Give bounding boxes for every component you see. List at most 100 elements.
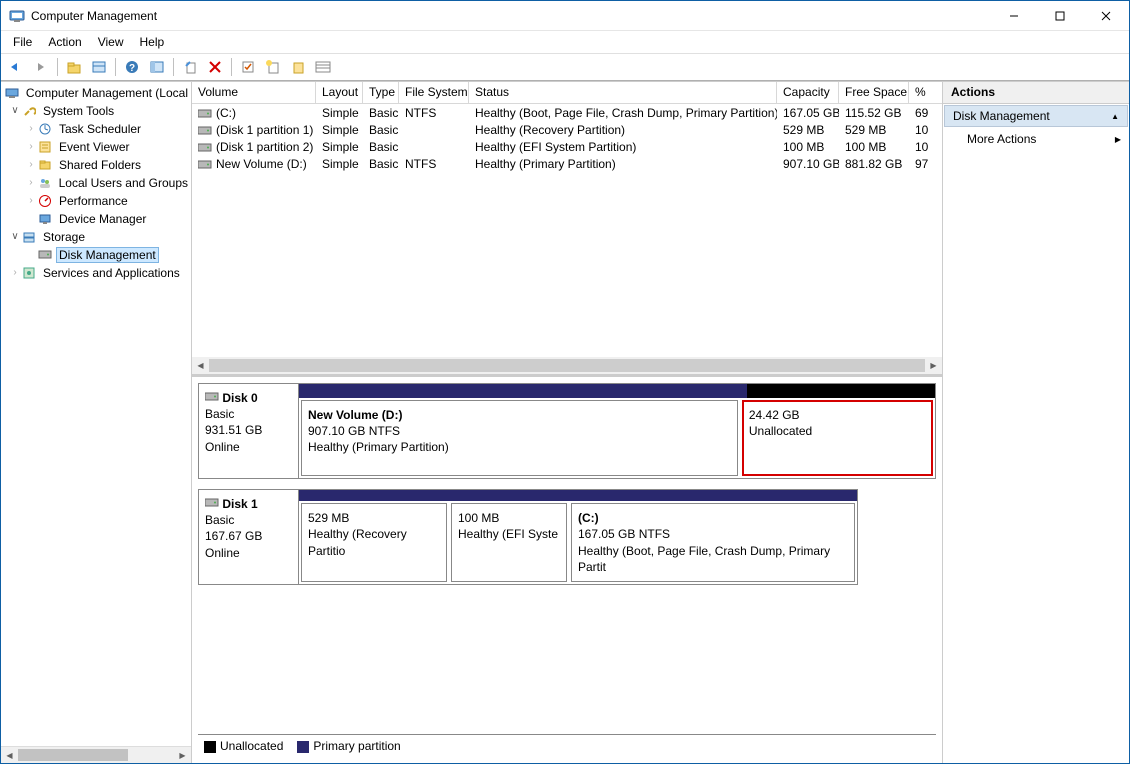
maximize-button[interactable] [1037,1,1083,31]
client-area: Computer Management (Local ∨ System Tool… [1,81,1129,763]
chevron-right-icon: ▶ [1115,135,1121,144]
expand-icon[interactable]: › [25,177,37,189]
show-hide-button[interactable] [146,56,168,78]
disk-icon: Disk 0 [205,390,292,406]
expand-icon[interactable]: › [25,159,37,171]
tool-button[interactable] [287,56,309,78]
actions-header: Actions [943,82,1129,104]
list-body[interactable]: (C:)SimpleBasicNTFSHealthy (Boot, Page F… [192,104,942,357]
tree-scroll-h[interactable]: ◀ ▶ [1,746,191,763]
col-layout[interactable]: Layout [316,82,363,103]
tree-storage[interactable]: ∨ Storage [1,228,191,246]
close-button[interactable] [1083,1,1129,31]
expand-icon[interactable]: › [25,195,37,207]
menu-action[interactable]: Action [40,33,89,51]
users-icon [37,175,53,191]
tree-local-users[interactable]: › Local Users and Groups [1,174,191,192]
table-row[interactable]: (Disk 1 partition 1)SimpleBasicHealthy (… [192,121,942,138]
list-scroll-h[interactable]: ◀ ▶ [192,357,942,374]
properties-button[interactable] [88,56,110,78]
separator-icon [173,58,174,76]
expand-icon[interactable]: › [25,141,37,153]
col-volume[interactable]: Volume [192,82,316,103]
col-status[interactable]: Status [469,82,777,103]
folder-icon [37,157,53,173]
tree-disk-management[interactable]: Disk Management [1,246,191,264]
tree-services-apps[interactable]: › Services and Applications [1,264,191,282]
svg-text:?: ? [129,63,135,74]
refresh-button[interactable] [179,56,201,78]
minimize-button[interactable] [991,1,1037,31]
actions-section[interactable]: Disk Management ▲ [944,105,1128,127]
delete-button[interactable] [204,56,226,78]
disk-icon [198,108,212,118]
disk-block[interactable]: Disk 1Basic167.67 GBOnline529 MBHealthy … [198,489,858,585]
tree-device-manager[interactable]: Device Manager [1,210,191,228]
tree-performance[interactable]: › Performance [1,192,191,210]
actions-panel: Actions Disk Management ▲ More Actions ▶ [943,82,1129,763]
app-icon [9,8,25,24]
clock-icon [37,121,53,137]
separator-icon [57,58,58,76]
actions-more[interactable]: More Actions ▶ [943,128,1129,150]
new-button[interactable] [262,56,284,78]
tree-shared-folders[interactable]: › Shared Folders [1,156,191,174]
scroll-thumb[interactable] [18,749,128,761]
partition[interactable]: 529 MBHealthy (Recovery Partitio [301,503,447,582]
disk-icon [198,125,212,135]
scroll-thumb[interactable] [209,359,925,372]
col-type[interactable]: Type [363,82,399,103]
menu-file[interactable]: File [5,33,40,51]
list-button[interactable] [312,56,334,78]
check-button[interactable] [237,56,259,78]
storage-icon [21,229,37,245]
scroll-left-icon[interactable]: ◀ [192,357,209,374]
disk-info: Disk 1Basic167.67 GBOnline [199,490,299,584]
col-filesystem[interactable]: File System [399,82,469,103]
titlebar: Computer Management [1,1,1129,31]
tree-system-tools[interactable]: ∨ System Tools [1,102,191,120]
disks-container: Disk 0Basic931.51 GBOnlineNew Volume (D:… [198,383,936,595]
up-button[interactable] [63,56,85,78]
partition[interactable]: 24.42 GBUnallocated [742,400,933,476]
tree-task-scheduler[interactable]: › Task Scheduler [1,120,191,138]
table-row[interactable]: (C:)SimpleBasicNTFSHealthy (Boot, Page F… [192,104,942,121]
menu-view[interactable]: View [90,33,132,51]
col-capacity[interactable]: Capacity [777,82,839,103]
legend: Unallocated Primary partition [198,734,936,757]
tools-icon [21,103,37,119]
partition[interactable]: New Volume (D:)907.10 GB NTFSHealthy (Pr… [301,400,738,476]
scroll-left-icon[interactable]: ◀ [1,747,18,763]
disk-info: Disk 0Basic931.51 GBOnline [199,384,299,478]
expand-icon[interactable]: › [9,267,21,279]
col-freespace[interactable]: Free Space [839,82,909,103]
partition[interactable]: (C:)167.05 GB NTFSHealthy (Boot, Page Fi… [571,503,855,582]
legend-primary: Primary partition [297,739,400,753]
back-button[interactable] [5,56,27,78]
col-percent[interactable]: % [909,82,931,103]
legend-unallocated: Unallocated [204,739,283,753]
table-row[interactable]: (Disk 1 partition 2)SimpleBasicHealthy (… [192,138,942,155]
separator-icon [115,58,116,76]
collapse-icon[interactable]: ∨ [9,105,21,117]
help-button[interactable]: ? [121,56,143,78]
computer-icon [5,85,20,101]
tree-root[interactable]: Computer Management (Local [1,84,191,102]
partition[interactable]: 100 MBHealthy (EFI Syste [451,503,567,582]
menu-help[interactable]: Help [132,33,173,51]
expand-icon[interactable]: › [25,123,37,135]
disk-icon [37,247,53,263]
nav-tree[interactable]: Computer Management (Local ∨ System Tool… [1,82,191,746]
tree-event-viewer[interactable]: › Event Viewer [1,138,191,156]
services-icon [21,265,37,281]
event-icon [37,139,53,155]
disk-icon: Disk 1 [205,496,292,512]
table-row[interactable]: New Volume (D:)SimpleBasicNTFSHealthy (P… [192,155,942,172]
performance-icon [37,193,53,209]
collapse-icon[interactable]: ∨ [9,231,21,243]
scroll-right-icon[interactable]: ▶ [925,357,942,374]
forward-button[interactable] [30,56,52,78]
disk-block[interactable]: Disk 0Basic931.51 GBOnlineNew Volume (D:… [198,383,936,479]
tree-panel: Computer Management (Local ∨ System Tool… [1,82,192,763]
scroll-right-icon[interactable]: ▶ [174,747,191,763]
